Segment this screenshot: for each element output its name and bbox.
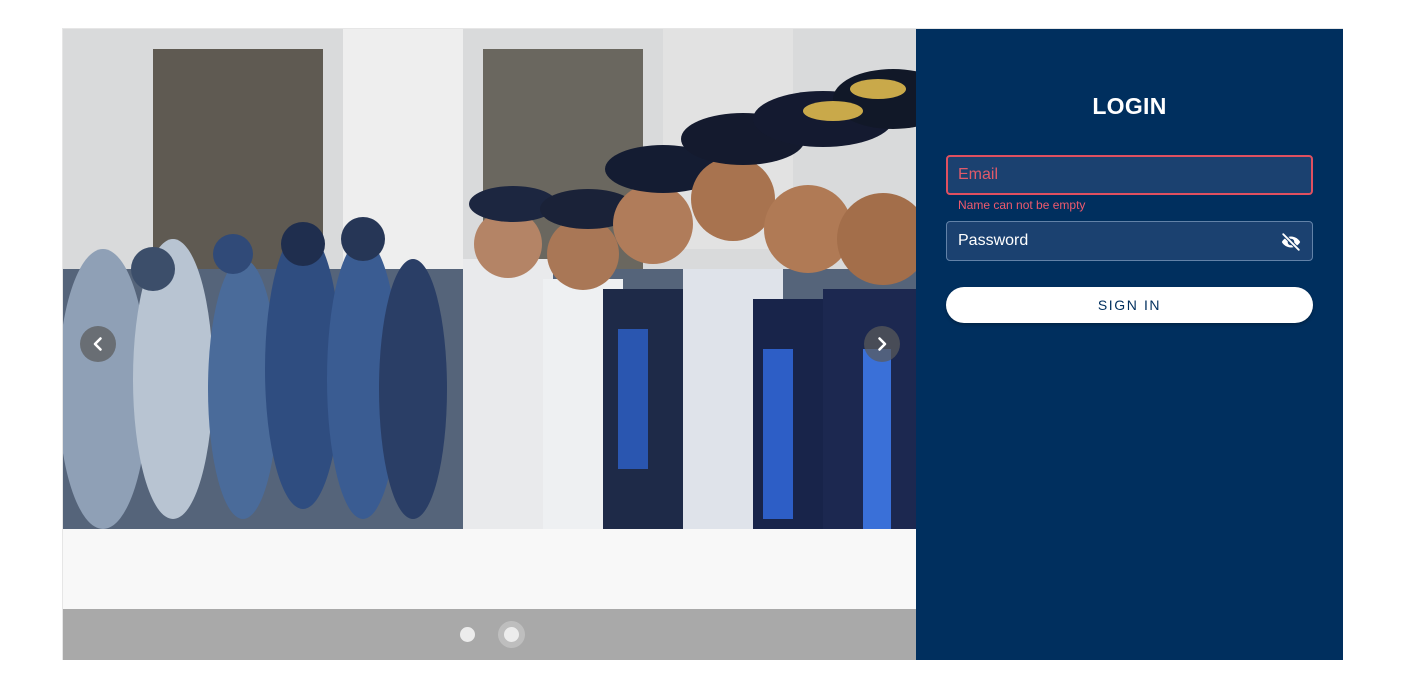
- email-field[interactable]: [946, 155, 1313, 195]
- carousel-dot-2[interactable]: [504, 627, 519, 642]
- password-field[interactable]: [946, 221, 1313, 261]
- email-error-message: Name can not be empty: [958, 198, 1086, 212]
- carousel-prev-button[interactable]: [80, 326, 116, 362]
- carousel-next-button[interactable]: [864, 326, 900, 362]
- sign-in-button[interactable]: SIGN IN: [946, 287, 1313, 323]
- login-title: LOGIN: [1092, 93, 1167, 119]
- carousel-slide-image: [63, 29, 916, 529]
- password-visibility-toggle[interactable]: [1280, 231, 1302, 253]
- email-input[interactable]: [948, 157, 1311, 193]
- carousel-dot-1[interactable]: [460, 627, 475, 642]
- password-input[interactable]: [947, 222, 1312, 260]
- image-carousel: [63, 29, 916, 660]
- carousel-caption-area: [63, 529, 916, 609]
- chevron-right-icon: [878, 337, 887, 351]
- chevron-left-icon: [93, 337, 102, 351]
- login-page-container: LOGIN Name can not be empty SIGN IN: [62, 28, 1343, 660]
- carousel-indicator-bar: [63, 609, 916, 660]
- login-panel: LOGIN Name can not be empty SIGN IN: [916, 29, 1343, 660]
- eye-off-icon: [1281, 232, 1301, 252]
